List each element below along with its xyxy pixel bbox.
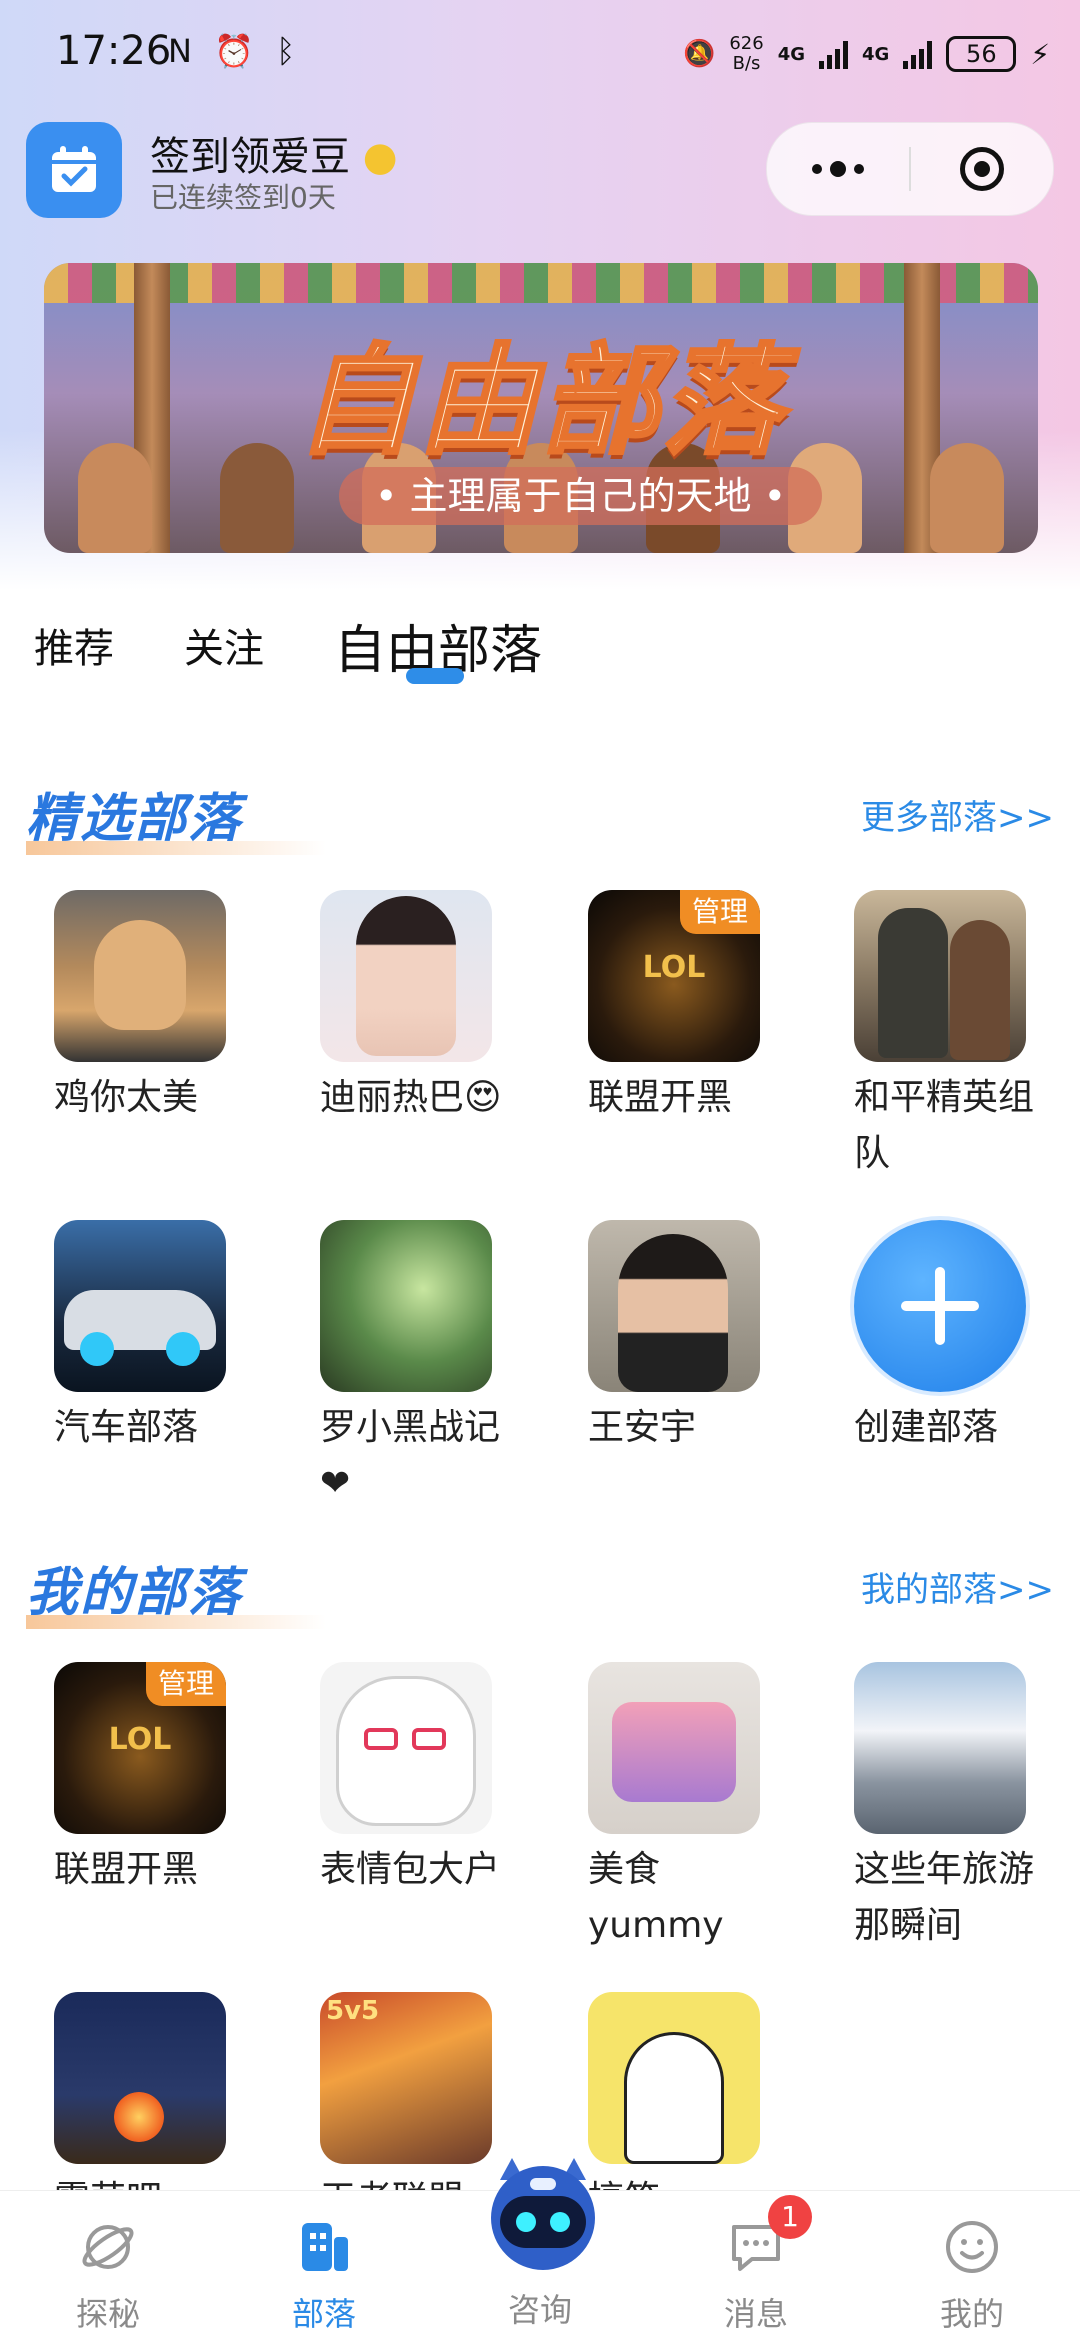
- admin-badge: 管理: [679, 890, 760, 934]
- flower-garland: [44, 263, 1038, 303]
- tribe-item[interactable]: 鸡你太美: [54, 890, 254, 1126]
- tribe-item[interactable]: 美食yummy: [588, 1662, 788, 1954]
- tribe-name: 这些年旅游那瞬间: [854, 1849, 1035, 1946]
- smiley-icon: [946, 2221, 998, 2273]
- tribe-avatar: [54, 1992, 226, 2164]
- tribe-avatar: LOL 管理: [588, 890, 760, 1062]
- checkin-streak: 已连续签到0天: [150, 181, 336, 214]
- tribe-avatar: [320, 1220, 492, 1392]
- 5v5-badge-icon: 5v5: [326, 1996, 380, 2026]
- featured-section-title: 精选部落: [26, 776, 327, 855]
- tribe-name: 迪丽热巴😍: [320, 1077, 502, 1118]
- tribe-item[interactable]: 汽车部落: [54, 1220, 254, 1456]
- status-time: 17:26: [56, 28, 172, 74]
- alarm-icon: ⏰: [214, 32, 260, 70]
- tribe-avatar: [854, 1662, 1026, 1834]
- bean-icon: ●: [362, 134, 398, 180]
- bluetooth-icon: ᛒ: [276, 32, 302, 70]
- planet-icon: [82, 2225, 134, 2269]
- tribe-item[interactable]: 王安宇: [588, 1220, 788, 1456]
- create-tribe-button[interactable]: [854, 1220, 1026, 1392]
- tribe-name: 王安宇: [588, 1407, 697, 1448]
- mini-program-header: 签到领爱豆 ● 已连续签到0天: [26, 122, 1066, 222]
- nav-label: 咨询: [507, 2291, 572, 2329]
- nfc-icon: N: [168, 32, 198, 70]
- lol-logo-icon: LOL: [642, 950, 706, 985]
- tribe-avatar: 5v5: [320, 1992, 492, 2164]
- tribe-item[interactable]: LOL 管理 联盟开黑: [588, 890, 788, 1126]
- tribe-avatar: [54, 890, 226, 1062]
- tribe-name: 表情包大户: [320, 1849, 501, 1890]
- tribe-item[interactable]: 罗小黑战记❤: [320, 1220, 520, 1512]
- signal-bars-icon: [903, 39, 933, 69]
- lol-logo-icon: LOL: [108, 1722, 172, 1757]
- close-mini-program-button[interactable]: [911, 123, 1053, 215]
- nav-profile[interactable]: 我的: [892, 2191, 1052, 2341]
- tribe-item[interactable]: LOL 管理 联盟开黑: [54, 1662, 254, 1898]
- create-tribe-item[interactable]: 创建部落: [854, 1220, 1054, 1456]
- my-tribes-link[interactable]: 我的部落>>: [861, 1562, 1054, 1611]
- status-left-icons: N ⏰ ᛒ: [168, 32, 301, 70]
- tribe-item[interactable]: 这些年旅游那瞬间: [854, 1662, 1054, 1954]
- tribe-avatar: [320, 1662, 492, 1834]
- tribe-item[interactable]: 和平精英组队: [854, 890, 1054, 1182]
- nav-label: 探秘: [75, 2295, 140, 2333]
- tribe-item[interactable]: 迪丽热巴😍: [320, 890, 520, 1126]
- nav-tribe[interactable]: 部落: [244, 2191, 404, 2341]
- tribe-avatar: [588, 1992, 760, 2164]
- nav-explore[interactable]: 探秘: [28, 2191, 188, 2341]
- banner-title: 自由部落: [295, 330, 785, 472]
- tribe-name: 罗小黑战记❤: [320, 1407, 501, 1504]
- tribe-avatar: [854, 890, 1026, 1062]
- status-bar: 17:26 N ⏰ ᛒ 🔕 626 B/s 4G 4G 56 ⚡: [0, 0, 1080, 110]
- tribe-name: 美食yummy: [588, 1849, 724, 1946]
- nav-messages[interactable]: 消息 1: [676, 2191, 836, 2341]
- signal-label-1: 4G: [777, 43, 806, 65]
- tribe-name: 和平精英组队: [854, 1077, 1035, 1174]
- more-tribes-link[interactable]: 更多部落>>: [861, 790, 1054, 839]
- more-menu-button[interactable]: [767, 123, 909, 215]
- tribe-icon: [302, 2223, 348, 2271]
- mini-program-capsule: [766, 122, 1054, 216]
- my-tribes-section-title: 我的部落: [26, 1550, 327, 1629]
- tribe-avatar: [588, 1662, 760, 1834]
- robot-icon[interactable]: [478, 2150, 608, 2280]
- calendar-check-icon[interactable]: [26, 122, 122, 218]
- tribe-name: 创建部落: [854, 1407, 999, 1448]
- nav-label: 消息: [723, 2295, 788, 2333]
- nav-label: 部落: [291, 2295, 356, 2333]
- tribe-name: 鸡你太美: [54, 1077, 199, 1118]
- tribe-name: 联盟开黑: [588, 1077, 733, 1118]
- tribe-name: 汽车部落: [54, 1407, 199, 1448]
- mute-bell-icon: 🔕: [682, 39, 716, 69]
- tribe-avatar: LOL 管理: [54, 1662, 226, 1834]
- tribe-avatar: [588, 1220, 760, 1392]
- tab-following[interactable]: 关注: [184, 616, 264, 674]
- tab-recommend[interactable]: 推荐: [34, 616, 114, 674]
- status-right-icons: 🔕 626 B/s 4G 4G 56 ⚡: [683, 26, 1050, 82]
- network-speed: 626 B/s: [729, 33, 764, 74]
- plus-icon: [901, 1267, 979, 1345]
- tribe-avatar: [320, 890, 492, 1062]
- active-tab-indicator: [406, 668, 464, 684]
- unread-badge: 1: [768, 2195, 812, 2239]
- hero-banner[interactable]: 自由部落 • 主理属于自己的天地 •: [44, 263, 1038, 553]
- signal-bars-icon: [819, 39, 849, 69]
- nav-label: 我的: [939, 2295, 1004, 2333]
- signal-label-2: 4G: [862, 43, 890, 65]
- battery-icon: 56: [946, 36, 1017, 72]
- admin-badge: 管理: [145, 1662, 226, 1706]
- tribe-avatar: [54, 1220, 226, 1392]
- target-icon: [960, 147, 1004, 191]
- banner-tagline: • 主理属于自己的天地 •: [339, 467, 822, 525]
- charging-icon: ⚡: [1030, 37, 1050, 71]
- tribe-name: 联盟开黑: [54, 1849, 199, 1890]
- tribe-item[interactable]: 表情包大户: [320, 1662, 520, 1898]
- checkin-title[interactable]: 签到领爱豆 ●: [150, 124, 398, 182]
